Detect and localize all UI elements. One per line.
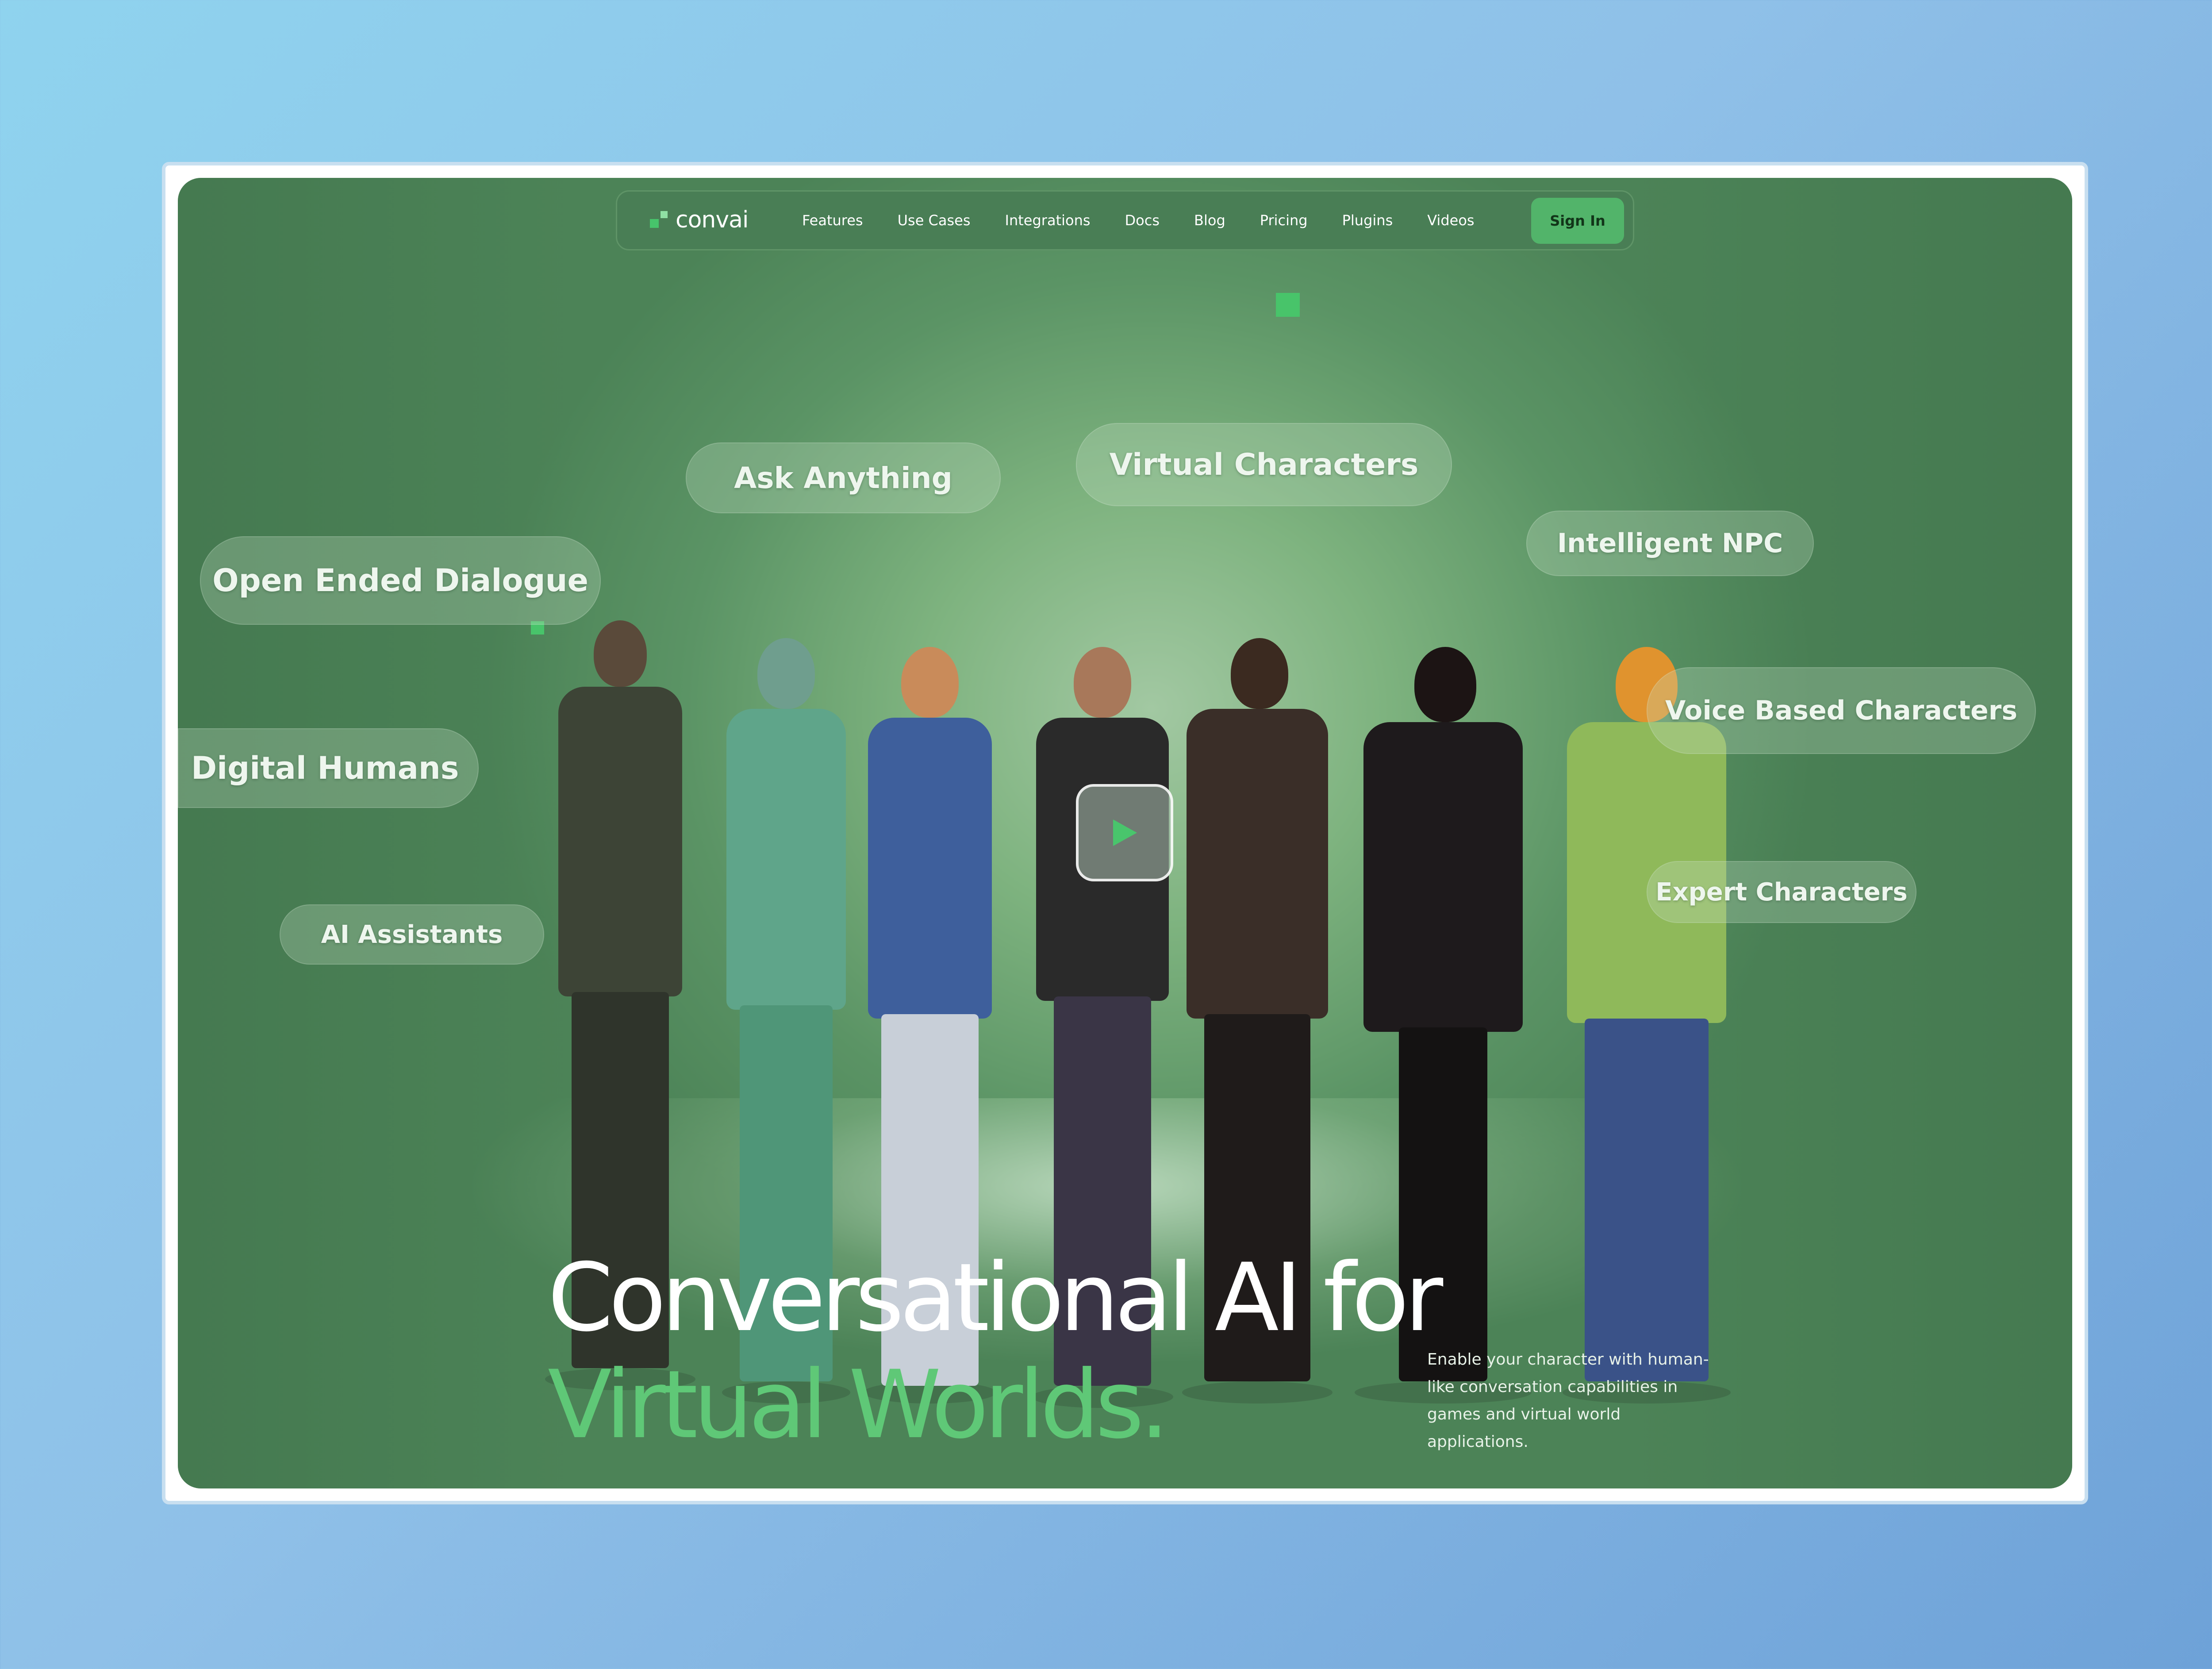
character-construction-worker	[1545, 647, 1748, 1408]
play-video-button[interactable]	[1076, 784, 1173, 881]
tag-open-ended-dialogue: Open Ended Dialogue	[200, 536, 601, 625]
nav-link-blog[interactable]: Blog	[1194, 212, 1225, 229]
convai-logo-icon	[650, 210, 669, 230]
nav-links: Features Use Cases Integrations Docs Blo…	[802, 192, 1509, 249]
headline-line-1: Conversational AI for	[548, 1243, 1443, 1352]
tag-ask-anything: Ask Anything	[686, 442, 1001, 513]
nav-link-features[interactable]: Features	[802, 212, 863, 229]
nav-link-docs[interactable]: Docs	[1125, 212, 1160, 229]
sign-in-button[interactable]: Sign In	[1531, 198, 1624, 244]
nav-link-plugins[interactable]: Plugins	[1342, 212, 1393, 229]
tag-ai-assistants: AI Assistants	[280, 904, 544, 965]
hero-headline: Conversational AI for Virtual Worlds.	[548, 1243, 1443, 1459]
logo-text: convai	[676, 207, 749, 233]
nav-link-integrations[interactable]: Integrations	[1005, 212, 1091, 229]
hero-description: Enable your character with human-like co…	[1427, 1350, 1709, 1451]
nav-link-videos[interactable]: Videos	[1427, 212, 1474, 229]
tag-voice-based-characters: Voice Based Characters	[1647, 667, 2036, 754]
accent-square	[1276, 293, 1300, 317]
tag-virtual-characters: Virtual Characters	[1076, 423, 1452, 506]
nav-link-use-cases[interactable]: Use Cases	[898, 212, 971, 229]
top-navigation: convai Features Use Cases Integrations D…	[616, 190, 1634, 250]
hero-section: convai Features Use Cases Integrations D…	[178, 178, 2072, 1488]
nav-link-pricing[interactable]: Pricing	[1260, 212, 1308, 229]
play-icon	[1113, 819, 1137, 846]
headline-line-2: Virtual Worlds.	[548, 1350, 1170, 1459]
convai-logo[interactable]: convai	[650, 207, 749, 233]
tag-digital-humans: Digital Humans	[178, 728, 479, 808]
tag-expert-characters: Expert Characters	[1647, 861, 1916, 923]
tag-intelligent-npc: Intelligent NPC	[1526, 511, 1814, 576]
